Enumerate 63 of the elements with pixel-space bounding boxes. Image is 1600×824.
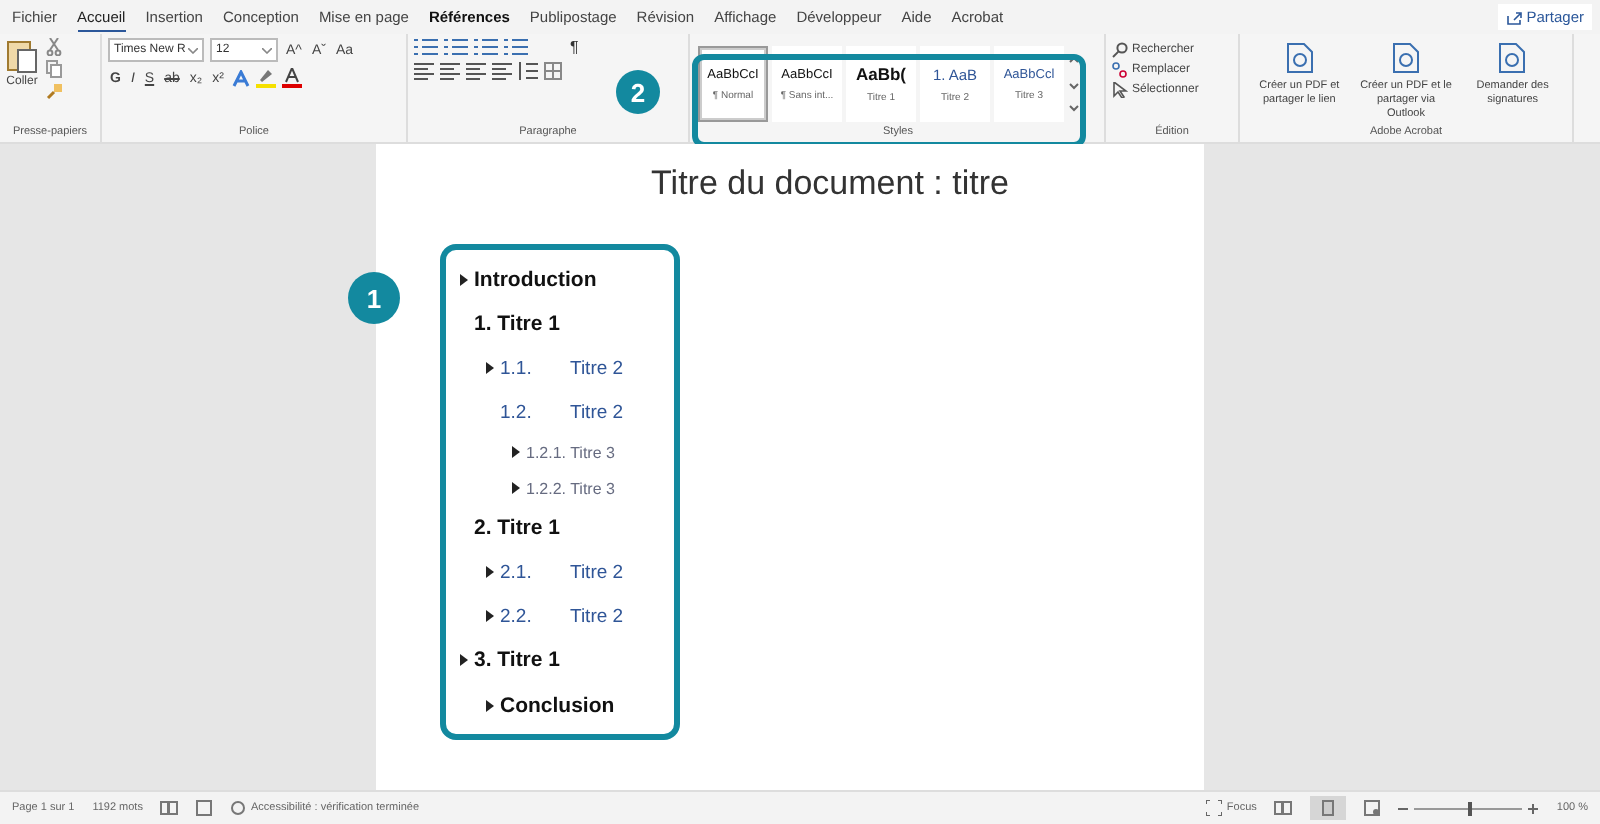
collapse-arrow-icon[interactable] — [486, 566, 494, 578]
page-icon — [1322, 800, 1335, 816]
line-spacing-icon[interactable] — [518, 62, 538, 80]
borders-icon[interactable] — [544, 62, 562, 80]
collapse-arrow-icon[interactable] — [460, 654, 468, 666]
heading-text: Conclusion — [500, 694, 615, 718]
brush-icon[interactable] — [46, 82, 64, 100]
heading-number: 1.2. — [500, 401, 534, 423]
heading-text: 2. Titre 1 — [474, 516, 560, 540]
font-color-icon[interactable] — [281, 68, 302, 88]
heading-text: Introduction — [474, 268, 597, 292]
pilcrow-button[interactable]: ¶ — [570, 38, 579, 56]
list-icon[interactable] — [414, 38, 438, 56]
accessibility-icon — [230, 800, 247, 816]
collapse-arrow-icon[interactable] — [486, 700, 494, 712]
document-title: Titre du document : titre — [649, 164, 1011, 204]
print-layout-button[interactable] — [1310, 796, 1347, 820]
heading-text: 1.2.2. Titre 3 — [526, 479, 615, 497]
list-icon[interactable] — [504, 38, 528, 56]
search-icon — [1112, 42, 1128, 58]
caret-icon — [188, 47, 198, 53]
heading-number: 2.1. — [500, 561, 534, 583]
list-icon[interactable] — [474, 38, 498, 56]
document-icon — [1391, 42, 1420, 74]
heading-text: Titre 2 — [570, 561, 624, 583]
focus-icon — [1206, 800, 1223, 816]
copy-icon[interactable] — [46, 60, 62, 78]
cursor-icon — [1112, 82, 1128, 98]
heading-text: Titre 2 — [570, 357, 624, 379]
align-icon[interactable] — [440, 62, 460, 80]
collapse-arrow-icon[interactable] — [460, 274, 468, 286]
zoom-in-icon[interactable] — [1528, 803, 1539, 813]
track-icon[interactable] — [196, 800, 213, 816]
share-icon — [1506, 9, 1523, 25]
align-icon[interactable] — [492, 62, 512, 80]
zoom-out-icon[interactable] — [1398, 803, 1409, 813]
zoom-slider-thumb[interactable] — [1468, 801, 1473, 815]
collapse-arrow-icon[interactable] — [486, 610, 494, 622]
text-effects-icon[interactable] — [231, 69, 250, 87]
heading-text: Titre 2 — [570, 605, 624, 627]
align-icon[interactable] — [414, 62, 434, 80]
heading-text: Titre 2 — [570, 401, 624, 423]
heading-number: 1.1. — [500, 357, 534, 379]
read-mode-icon[interactable] — [1274, 800, 1293, 816]
align-icon[interactable] — [466, 62, 486, 80]
list-icon[interactable] — [444, 38, 468, 56]
callout-badge: 1 — [348, 272, 400, 324]
heading-text: 1.2.1. Titre 3 — [526, 443, 615, 461]
book-icon[interactable] — [160, 800, 179, 816]
document-icon — [1498, 42, 1527, 74]
web-layout-icon[interactable] — [1364, 800, 1381, 816]
caret-icon — [262, 47, 272, 53]
heading-number: 2.2. — [500, 605, 534, 627]
zoom-slider[interactable] — [1398, 803, 1539, 813]
document-icon — [1285, 42, 1314, 74]
scissors-icon[interactable] — [46, 38, 62, 56]
collapse-arrow-icon[interactable] — [486, 362, 494, 374]
collapse-arrow-icon[interactable] — [512, 482, 520, 494]
collapse-arrow-icon[interactable] — [512, 446, 520, 458]
heading-text: 3. Titre 1 — [474, 648, 560, 672]
callout-badge: 2 — [616, 70, 660, 114]
highlighter-icon[interactable] — [255, 68, 276, 88]
heading-text: 1. Titre 1 — [474, 312, 560, 336]
